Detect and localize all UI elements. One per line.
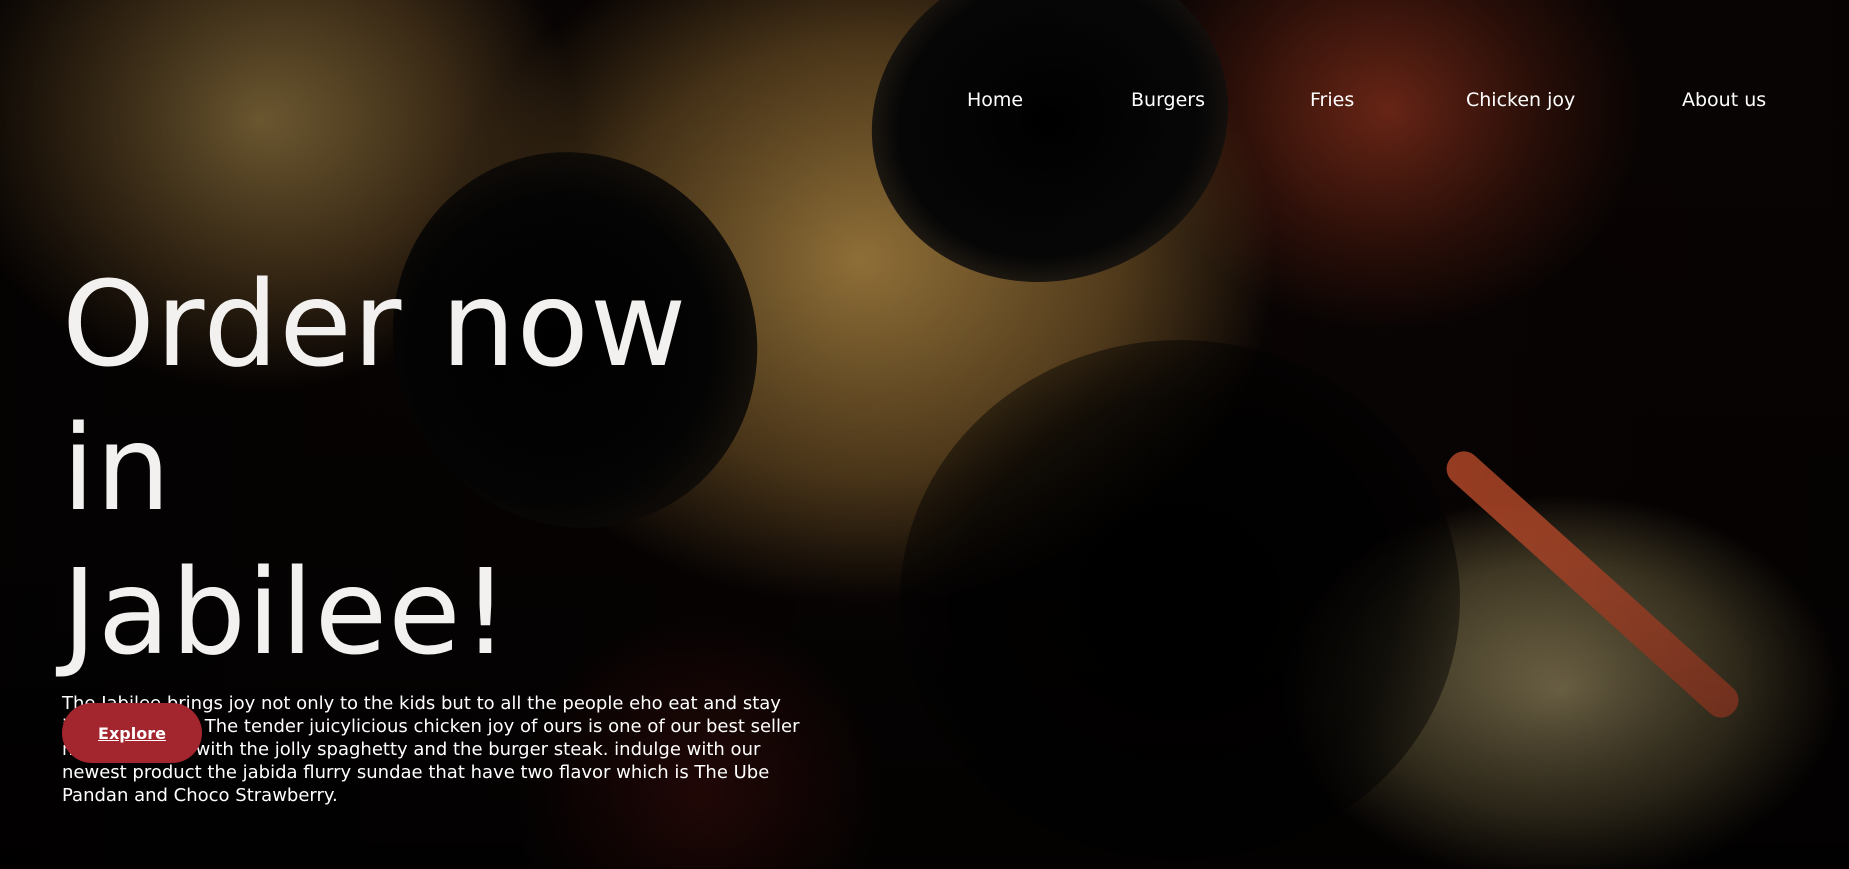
- hero-title-line-2: Jabilee!: [62, 543, 511, 681]
- hero-title-line-1: Order now in: [62, 255, 688, 537]
- nav-link-home[interactable]: Home: [967, 86, 1023, 114]
- nav-link-fries[interactable]: Fries: [1310, 86, 1354, 114]
- nav-link-chicken-joy[interactable]: Chicken joy: [1466, 86, 1575, 114]
- explore-button[interactable]: Explore: [62, 703, 202, 763]
- hero-section: Home Burgers Fries Chicken joy About us …: [0, 0, 1849, 869]
- explore-button-label: Explore: [98, 723, 166, 743]
- nav-link-about-us[interactable]: About us: [1682, 86, 1766, 114]
- top-navigation: Home Burgers Fries Chicken joy About us: [940, 86, 1790, 114]
- nav-link-burgers[interactable]: Burgers: [1131, 86, 1205, 114]
- hero-title: Order now in Jabilee!: [62, 252, 822, 684]
